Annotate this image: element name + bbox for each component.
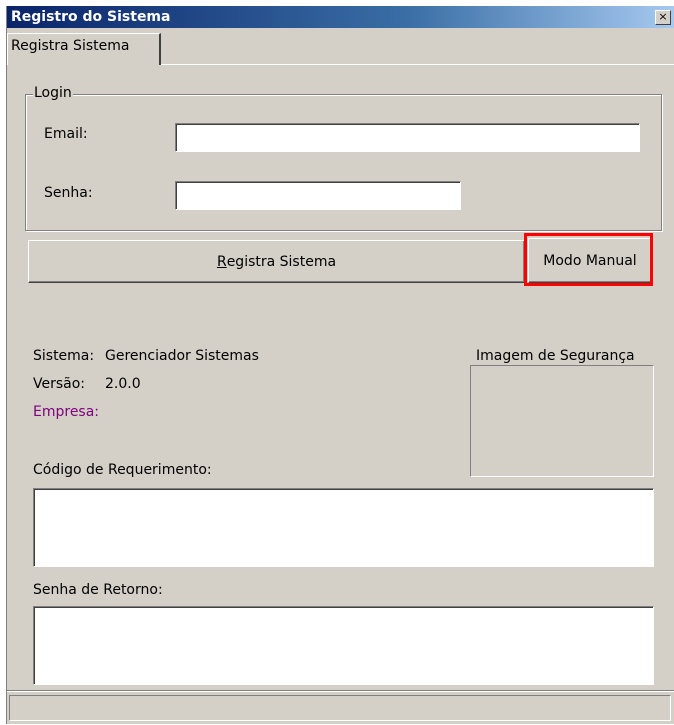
versao-label: Versão: [33,376,86,392]
login-legend: Login [33,85,73,101]
sistema-label: Sistema: [33,348,95,364]
sistema-value: Gerenciador Sistemas [105,348,259,364]
title-bar[interactable]: Registro do Sistema × [7,6,674,28]
security-image [470,365,654,477]
modo-manual-button[interactable]: Modo Manual [528,238,652,283]
empresa-label: Empresa: [33,404,100,420]
senha-field[interactable] [175,181,461,210]
imagem-seguranca-label: Imagem de Segurança [476,348,635,364]
modo-manual-label: Modo Manual [543,252,637,269]
requerimento-label: Código de Requerimento: [33,462,212,478]
registration-window: Registro do Sistema × Registra Sistema L… [6,6,674,724]
status-bar [7,690,674,725]
versao-value: 2.0.0 [105,376,141,392]
email-field[interactable] [175,123,640,152]
close-icon[interactable]: × [655,10,671,25]
senha-label: Senha: [44,185,93,201]
tab-registra-sistema[interactable]: Registra Sistema [7,33,161,65]
window-title: Registro do Sistema [11,9,171,25]
retorno-textarea[interactable] [33,606,654,685]
requerimento-textarea[interactable] [33,488,654,567]
registra-sistema-button[interactable]: Registra Sistema [28,240,525,283]
retorno-label: Senha de Retorno: [33,582,163,598]
registra-label: egistra Sistema [226,253,337,270]
email-label: Email: [44,126,88,142]
registra-mnemonic: R [216,253,227,270]
login-groupbox [25,94,662,231]
status-panel [9,695,671,721]
tab-panel: Login Email: Senha: Registra Sistema Mod… [7,64,674,685]
